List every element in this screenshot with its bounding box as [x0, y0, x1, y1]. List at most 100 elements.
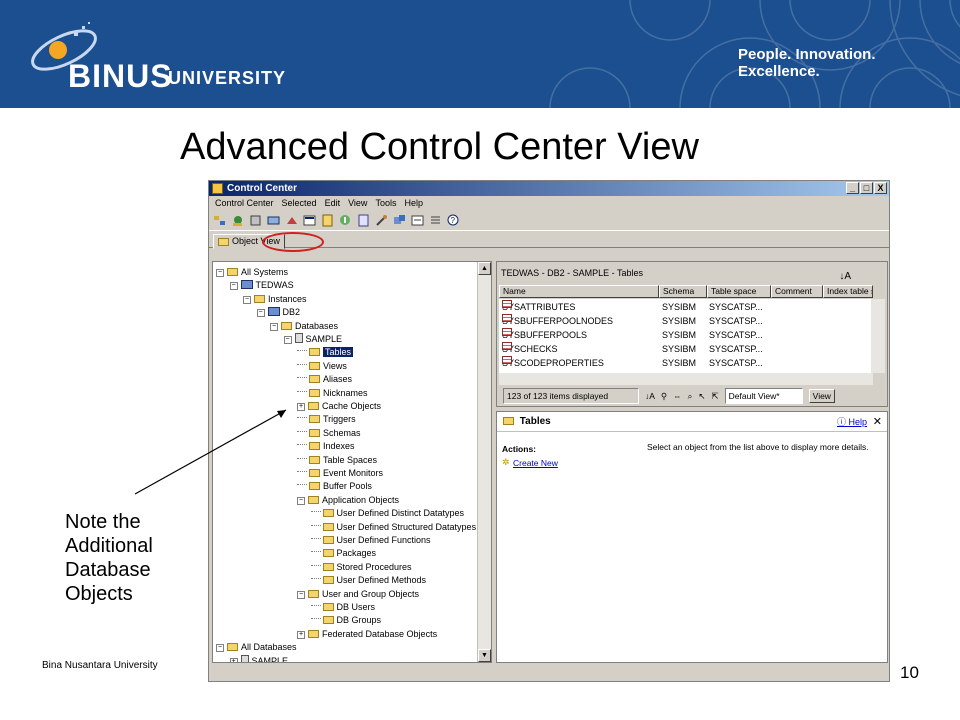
- tree-item[interactable]: − All Systems: [216, 266, 288, 279]
- command-editor-icon[interactable]: [303, 214, 317, 227]
- tree-item[interactable]: DB Groups: [310, 614, 381, 627]
- table-row[interactable]: SYSCHECKS SYSIBM SYSCATSP...: [499, 342, 873, 356]
- tree-connector: [297, 363, 307, 365]
- expand-icon[interactable]: +: [297, 630, 305, 639]
- tree-item[interactable]: − TEDWAS: [229, 279, 294, 292]
- sort-tool-icon[interactable]: ↓A: [645, 391, 655, 402]
- deselect-icon[interactable]: ⇱: [712, 391, 719, 402]
- tree-item[interactable]: Table Spaces: [297, 454, 377, 467]
- tree-item[interactable]: − All Databases: [216, 641, 297, 654]
- tree-item[interactable]: Stored Procedures: [310, 561, 412, 574]
- tree-item[interactable]: User Defined Structured Datatypes: [310, 521, 476, 534]
- close-details-icon[interactable]: ✕: [873, 412, 882, 432]
- menu-control-center[interactable]: Control Center: [215, 196, 274, 210]
- tree-item[interactable]: + Federated Database Objects: [297, 628, 437, 641]
- tree-item[interactable]: Nicknames: [297, 387, 368, 400]
- tree-item[interactable]: Aliases: [297, 373, 352, 386]
- collapse-icon[interactable]: −: [229, 282, 238, 291]
- close-button[interactable]: X: [874, 182, 887, 194]
- menu-tools[interactable]: Tools: [375, 196, 396, 210]
- view-button[interactable]: View: [808, 389, 835, 403]
- menu-edit[interactable]: Edit: [325, 196, 341, 210]
- scroll-up-icon[interactable]: ▲: [478, 262, 491, 275]
- column-comment[interactable]: Comment: [771, 285, 823, 298]
- view-select[interactable]: Default View*: [724, 388, 803, 404]
- expand-icon[interactable]: +: [229, 657, 238, 662]
- logo-subword: UNIVERSITY: [168, 68, 287, 88]
- tree-item[interactable]: Triggers: [297, 413, 356, 426]
- minimize-button[interactable]: _: [846, 182, 859, 194]
- cell-table-space: SYSCATSP...: [709, 358, 763, 368]
- instances-tool-icon[interactable]: [231, 214, 245, 227]
- help-link[interactable]: ⓘ Help: [837, 412, 867, 432]
- table-row[interactable]: SYSATTRIBUTES SYSIBM SYSCATSP...: [499, 300, 873, 314]
- health-center-icon[interactable]: [339, 214, 353, 227]
- dev-center-icon[interactable]: [393, 214, 407, 227]
- list-scrollbar[interactable]: [871, 299, 885, 373]
- tree-item[interactable]: Event Monitors: [297, 467, 383, 480]
- tree-item[interactable]: − Databases: [270, 320, 338, 333]
- menu-selected[interactable]: Selected: [282, 196, 317, 210]
- create-new-link[interactable]: Create New: [513, 458, 558, 468]
- column-schema[interactable]: Schema: [659, 285, 707, 298]
- tree-item[interactable]: User Defined Functions: [310, 534, 431, 547]
- systems-tool-icon[interactable]: [213, 214, 227, 227]
- tree-item[interactable]: Packages: [310, 547, 376, 560]
- menu-help[interactable]: Help: [404, 196, 423, 210]
- menu-view[interactable]: View: [348, 196, 367, 210]
- filter-tool-icon[interactable]: ⚲: [661, 391, 667, 402]
- find-tool-icon[interactable]: ⌕: [688, 391, 693, 402]
- tree-item[interactable]: Schemas: [297, 427, 361, 440]
- tree-scrollbar[interactable]: ▲ ▼: [477, 262, 491, 662]
- settings-tool-icon[interactable]: [411, 214, 425, 227]
- folder-icon: [309, 375, 320, 384]
- tree-item[interactable]: − User and Group Objects: [297, 588, 419, 601]
- list-hscrollbar[interactable]: [499, 373, 873, 385]
- help-tool-icon[interactable]: ?: [447, 214, 461, 227]
- collapse-icon[interactable]: −: [256, 309, 265, 318]
- table-row[interactable]: SYSCODEPROPERTIES SYSIBM SYSCATSP...: [499, 356, 873, 370]
- tree-item[interactable]: Indexes: [297, 440, 355, 453]
- tree-connector: [310, 511, 321, 513]
- tree-item[interactable]: Tables: [297, 346, 354, 359]
- task-center-icon[interactable]: [321, 214, 335, 227]
- collapse-icon[interactable]: −: [243, 295, 251, 304]
- replication-tool-icon[interactable]: [267, 214, 281, 227]
- tree-item[interactable]: + Cache Objects: [297, 400, 381, 413]
- folder-icon: [322, 522, 334, 531]
- collapse-icon[interactable]: −: [270, 322, 278, 331]
- window-titlebar[interactable]: Control Center _ □ X: [209, 181, 889, 196]
- databases-tool-icon[interactable]: [249, 214, 263, 227]
- folder-icon: [322, 536, 334, 544]
- select-all-icon[interactable]: ↖: [698, 391, 705, 402]
- tree-item[interactable]: User Defined Methods: [310, 574, 426, 587]
- journal-icon[interactable]: [357, 214, 371, 227]
- list-tool-icon[interactable]: [429, 214, 443, 227]
- tree-item[interactable]: − SAMPLE: [283, 333, 342, 346]
- tree-item[interactable]: + SAMPLE: [229, 654, 288, 662]
- tree-item[interactable]: − Instances: [243, 293, 307, 306]
- table-row[interactable]: SYSBUFFERPOOLS SYSIBM SYSCATSP...: [499, 328, 873, 342]
- control-center-icon: [212, 183, 223, 194]
- tree-item[interactable]: − Application Objects: [297, 494, 399, 507]
- tree-item[interactable]: User Defined Distinct Datatypes: [310, 507, 464, 520]
- satellite-tool-icon[interactable]: [285, 214, 299, 227]
- collapse-icon[interactable]: −: [297, 496, 305, 505]
- license-center-icon[interactable]: [375, 214, 389, 227]
- collapse-icon[interactable]: −: [297, 590, 305, 599]
- tree-item[interactable]: − DB2: [256, 306, 300, 319]
- table-row[interactable]: SYSBUFFERPOOLNODES SYSIBM SYSCATSP...: [499, 314, 873, 328]
- expand-icon[interactable]: +: [297, 403, 305, 411]
- collapse-icon[interactable]: −: [283, 336, 292, 344]
- column-index-table-space[interactable]: Index table s: [823, 285, 873, 298]
- maximize-button[interactable]: □: [860, 182, 873, 194]
- scroll-down-icon[interactable]: ▼: [478, 649, 491, 662]
- tree-item[interactable]: Buffer Pools: [297, 480, 372, 493]
- tree-item[interactable]: DB Users: [310, 601, 375, 614]
- collapse-icon[interactable]: −: [216, 644, 224, 653]
- column-table-space[interactable]: Table space: [707, 285, 771, 298]
- column-name[interactable]: Name: [499, 285, 659, 298]
- collapse-icon[interactable]: −: [216, 269, 224, 277]
- customize-columns-icon[interactable]: ⇔: [673, 391, 682, 402]
- tree-item[interactable]: Views: [297, 360, 347, 373]
